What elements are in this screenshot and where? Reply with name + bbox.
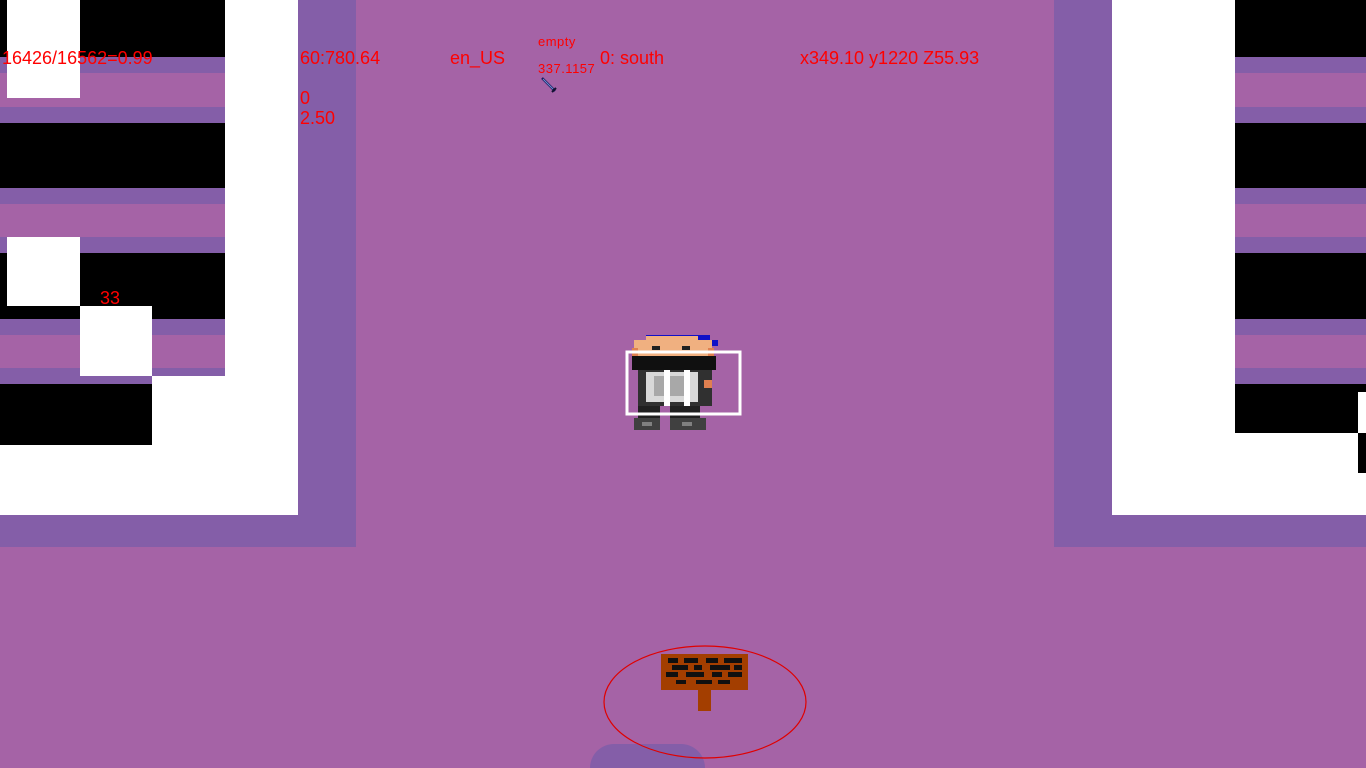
entity-label: 33	[100, 288, 121, 308]
hud-status: empty	[538, 34, 576, 49]
hud-direction: 0: south	[600, 48, 665, 68]
hud-status-value: 337.1157	[538, 61, 596, 76]
hud-position: x349.10 y1220 Z55.93	[800, 48, 980, 68]
hud-locale: en_US	[450, 48, 506, 68]
player-character-sprite[interactable]	[624, 334, 744, 436]
hud-stat-a: 0	[300, 88, 311, 108]
hud-timer: 60:780.64	[300, 48, 381, 68]
wooden-signpost-sprite[interactable]	[600, 644, 810, 762]
game-viewport[interactable]: 16426/16562=0.99 60:780.64 en_US empty 3…	[0, 0, 1366, 768]
hud-frame-counter: 16426/16562=0.99	[2, 48, 153, 68]
hud-stat-b: 2.50	[300, 108, 336, 128]
sword-cursor-icon	[541, 77, 557, 93]
